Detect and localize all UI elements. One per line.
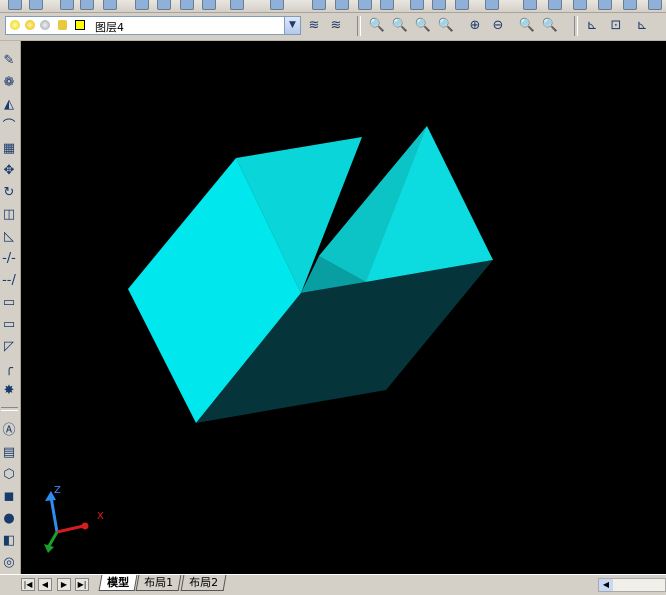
toolbar-icon[interactable] (60, 0, 74, 10)
toolbar-icon[interactable] (8, 0, 22, 10)
world-ucs-icon[interactable]: ⊾ (633, 17, 651, 35)
chevron-down-icon[interactable]: ▼ (284, 17, 300, 34)
ucs-icon: Z X (44, 485, 104, 553)
fillet-icon[interactable]: ╭ (1, 360, 17, 377)
zoom-realtime-icon[interactable]: 🔍 (368, 17, 386, 35)
move-icon[interactable]: ✥ (1, 162, 17, 179)
erase-icon[interactable]: ✎ (1, 52, 17, 69)
zoom-all-icon[interactable]: 🔍 (518, 17, 536, 35)
next-tab-button[interactable]: ▶ (57, 578, 71, 591)
toolbar-icon[interactable] (548, 0, 562, 10)
last-tab-button[interactable]: ▶| (75, 578, 89, 591)
extend-icon[interactable]: --/ (1, 272, 17, 289)
text-style-icon[interactable]: Ⓐ (1, 422, 17, 439)
layer-color-swatch (75, 20, 85, 30)
layers-toolbar: 图层4 ▼ ≋ ≋ 🔍 🔍 🔍 🔍 ⊕ ⊖ 🔍 🔍 ⊾ ⊡ ⊾ (0, 13, 666, 41)
toolbar-icon[interactable] (103, 0, 117, 10)
zoom-in-icon[interactable]: ⊕ (466, 17, 484, 35)
modify-toolbar: ✎ ❁ ◭ ⌒ ▦ ✥ ↻ ◫ ◺ -/- --/ ▭ ▭ ◸ ╭ ✸ Ⓐ ▤ … (0, 41, 21, 574)
toolbar-icon[interactable] (270, 0, 284, 10)
drawing-canvas: Z X (44, 126, 493, 553)
torus-icon[interactable]: ◎ (1, 554, 17, 571)
chamfer-icon[interactable]: ◸ (1, 338, 17, 355)
zoom-scale-icon[interactable]: 🔍 (437, 17, 455, 35)
ucs-icon[interactable]: ⊾ (583, 17, 601, 35)
ucs-previous-icon[interactable]: ⊡ (607, 17, 625, 35)
layout-tab-bar: |◀ ◀ ▶ ▶| 模型 布局1 布局2 ◀ (0, 574, 666, 595)
zoom-dynamic-icon[interactable]: 🔍 (414, 17, 432, 35)
model-space-viewport[interactable]: Z X (21, 41, 666, 574)
tab-model[interactable]: 模型 (98, 575, 138, 591)
toolbar-separator (574, 16, 578, 36)
toolbar-icon[interactable] (410, 0, 424, 10)
mirror-icon[interactable]: ◭ (1, 96, 17, 113)
sphere-icon[interactable]: ● (1, 510, 17, 527)
toolbar-icon[interactable] (485, 0, 499, 10)
ucs-x-label: X (97, 511, 104, 522)
toolbar-icon[interactable] (623, 0, 637, 10)
standard-toolbar (0, 0, 666, 13)
zoom-out-icon[interactable]: ⊖ (489, 17, 507, 35)
toolbar-icon[interactable] (380, 0, 394, 10)
stretch-icon[interactable]: ◺ (1, 228, 17, 245)
toolbar-separator (1, 407, 18, 411)
toolbar-icon[interactable] (135, 0, 149, 10)
cube-icon[interactable]: ◧ (1, 532, 17, 549)
toolbar-icon[interactable] (335, 0, 349, 10)
layer-previous-icon[interactable]: ≋ (327, 17, 345, 35)
rotate-icon[interactable]: ↻ (1, 184, 17, 201)
layer-dropdown[interactable]: 图层4 ▼ (5, 16, 301, 35)
toolbar-separator (357, 16, 361, 36)
toolbar-icon[interactable] (312, 0, 326, 10)
zoom-extents-icon[interactable]: 🔍 (541, 17, 559, 35)
toolbar-icon[interactable] (455, 0, 469, 10)
toolbar-icon[interactable] (358, 0, 372, 10)
toolbar-icon[interactable] (80, 0, 94, 10)
lightbulb-icon[interactable] (10, 20, 20, 30)
toolbar-icon[interactable] (648, 0, 662, 10)
zoom-window-icon[interactable]: 🔍 (391, 17, 409, 35)
offset-icon[interactable]: ⌒ (1, 118, 17, 135)
make-object-layer-current-icon[interactable]: ≋ (305, 17, 323, 35)
toolbar-icon[interactable] (230, 0, 244, 10)
scroll-left-button[interactable]: ◀ (599, 579, 613, 591)
first-tab-button[interactable]: |◀ (21, 578, 35, 591)
toolbar-icon[interactable] (598, 0, 612, 10)
tab-layout2[interactable]: 布局2 (180, 575, 227, 591)
tab-layout1[interactable]: 布局1 (135, 575, 182, 591)
solid-box-icon[interactable]: ◼ (1, 488, 17, 505)
trim-icon[interactable]: -/- (1, 250, 17, 267)
ucs-z-label: Z (54, 485, 61, 496)
toolbar-icon[interactable] (180, 0, 194, 10)
multiline-text-icon[interactable]: ▤ (1, 444, 17, 461)
lock-icon[interactable] (58, 20, 67, 30)
toolbar-icon[interactable] (432, 0, 446, 10)
copy-icon[interactable]: ❁ (1, 74, 17, 91)
array-icon[interactable]: ▦ (1, 140, 17, 157)
explode-icon[interactable]: ✸ (1, 382, 17, 399)
save-icon[interactable] (29, 0, 43, 10)
current-layer-name: 图层4 (95, 21, 124, 34)
toolbar-icon[interactable] (573, 0, 587, 10)
break-icon[interactable]: ▭ (1, 294, 17, 311)
prev-tab-button[interactable]: ◀ (38, 578, 52, 591)
join-icon[interactable]: ▭ (1, 316, 17, 333)
horizontal-scrollbar[interactable]: ◀ (598, 578, 666, 592)
toolbar-icon[interactable] (202, 0, 216, 10)
viewport-freeze-icon[interactable] (40, 20, 50, 30)
scale-icon[interactable]: ◫ (1, 206, 17, 223)
toolbar-icon[interactable] (523, 0, 537, 10)
sun-icon[interactable] (25, 20, 35, 30)
box-icon[interactable]: ⬡ (1, 466, 17, 483)
toolbar-icon[interactable] (157, 0, 171, 10)
